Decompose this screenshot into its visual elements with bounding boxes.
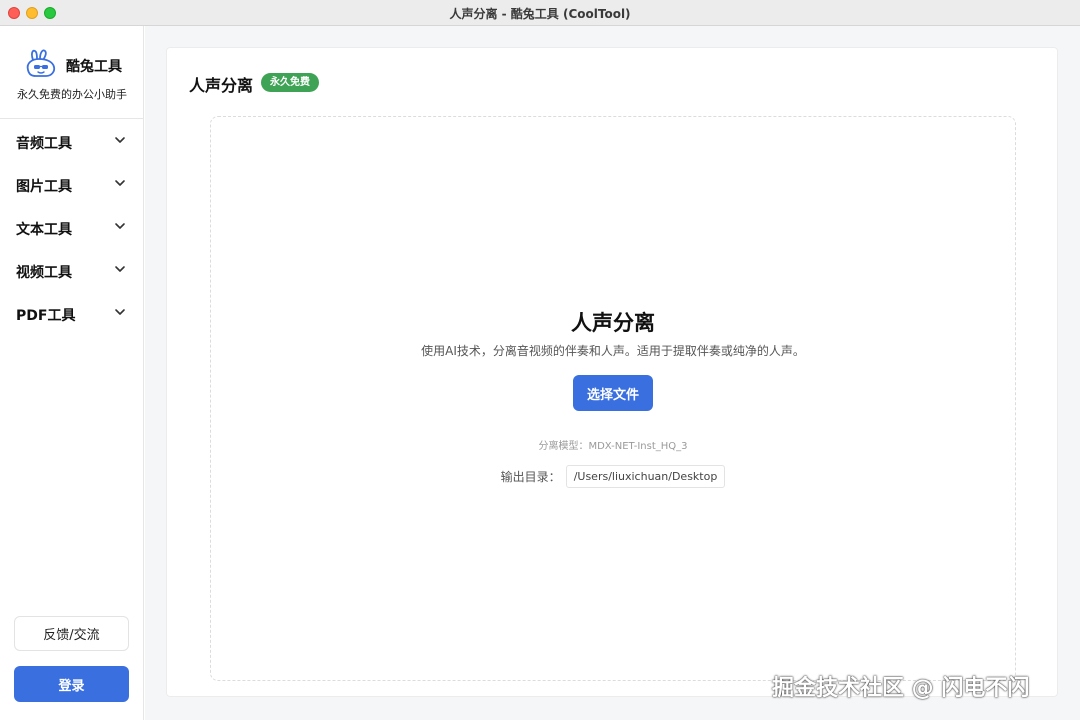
dropzone-title: 人声分离 xyxy=(571,311,655,335)
login-button[interactable]: 登录 xyxy=(14,666,129,702)
chevron-down-icon xyxy=(115,223,125,229)
feedback-button[interactable]: 反馈/交流 xyxy=(14,616,129,651)
chevron-down-icon xyxy=(115,137,125,143)
chevron-down-icon xyxy=(115,266,125,272)
brand-header: 酷兔工具 永久免费的办公小助手 xyxy=(0,26,144,119)
output-directory-label: 输出目录： xyxy=(500,470,561,484)
sidebar-item-image-tools[interactable]: 图片工具 xyxy=(0,162,144,205)
content-card: 人声分离 永久免费 人声分离 使用AI技术，分离音视频的伴奏和人声。适用于提取伴… xyxy=(166,47,1058,697)
sidebar-item-text-tools[interactable]: 文本工具 xyxy=(0,205,144,248)
choose-file-button[interactable]: 选择文件 xyxy=(573,375,653,411)
sidebar-item-audio-tools[interactable]: 音频工具 xyxy=(0,119,144,162)
chevron-down-icon xyxy=(115,309,125,315)
chevron-down-icon xyxy=(115,180,125,186)
rabbit-logo-icon xyxy=(26,49,56,77)
main-area: 人声分离 永久免费 人声分离 使用AI技术，分离音视频的伴奏和人声。适用于提取伴… xyxy=(145,26,1080,720)
sidebar-item-pdf-tools[interactable]: PDF工具 xyxy=(0,291,144,334)
sidebar-item-label: 视频工具 xyxy=(16,265,72,281)
output-directory-path[interactable]: /Users/liuxichuan/Desktop xyxy=(565,465,726,488)
brand-slogan: 永久免费的办公小助手 xyxy=(17,88,127,101)
dropzone-description: 使用AI技术，分离音视频的伴奏和人声。适用于提取伴奏或纯净的人声。 xyxy=(421,344,805,358)
sidebar: 酷兔工具 永久免费的办公小助手 音频工具 图片工具 文本工具 视频工具 PDF工… xyxy=(0,26,144,720)
sidebar-item-label: PDF工具 xyxy=(16,308,76,324)
window-titlebar: 人声分离 - 酷兔工具 (CoolTool) xyxy=(0,0,1080,26)
brand-name: 酷兔工具 xyxy=(66,59,122,75)
output-directory-row: 输出目录： /Users/liuxichuan/Desktop xyxy=(211,465,1015,488)
page-title: 人声分离 xyxy=(189,76,254,95)
model-info: 分离模型：MDX-NET-Inst_HQ_3 xyxy=(538,441,688,452)
free-badge: 永久免费 xyxy=(261,73,319,92)
window-title: 人声分离 - 酷兔工具 (CoolTool) xyxy=(449,7,631,21)
sidebar-item-label: 图片工具 xyxy=(16,179,72,195)
file-dropzone[interactable]: 人声分离 使用AI技术，分离音视频的伴奏和人声。适用于提取伴奏或纯净的人声。 选… xyxy=(210,116,1016,681)
sidebar-item-label: 文本工具 xyxy=(16,222,72,238)
sidebar-item-video-tools[interactable]: 视频工具 xyxy=(0,248,144,291)
sidebar-item-label: 音频工具 xyxy=(16,136,72,152)
sidebar-menu: 音频工具 图片工具 文本工具 视频工具 PDF工具 xyxy=(0,119,144,334)
watermark-text: 掘金技术社区 @ 闪电不闪 xyxy=(772,676,1030,701)
